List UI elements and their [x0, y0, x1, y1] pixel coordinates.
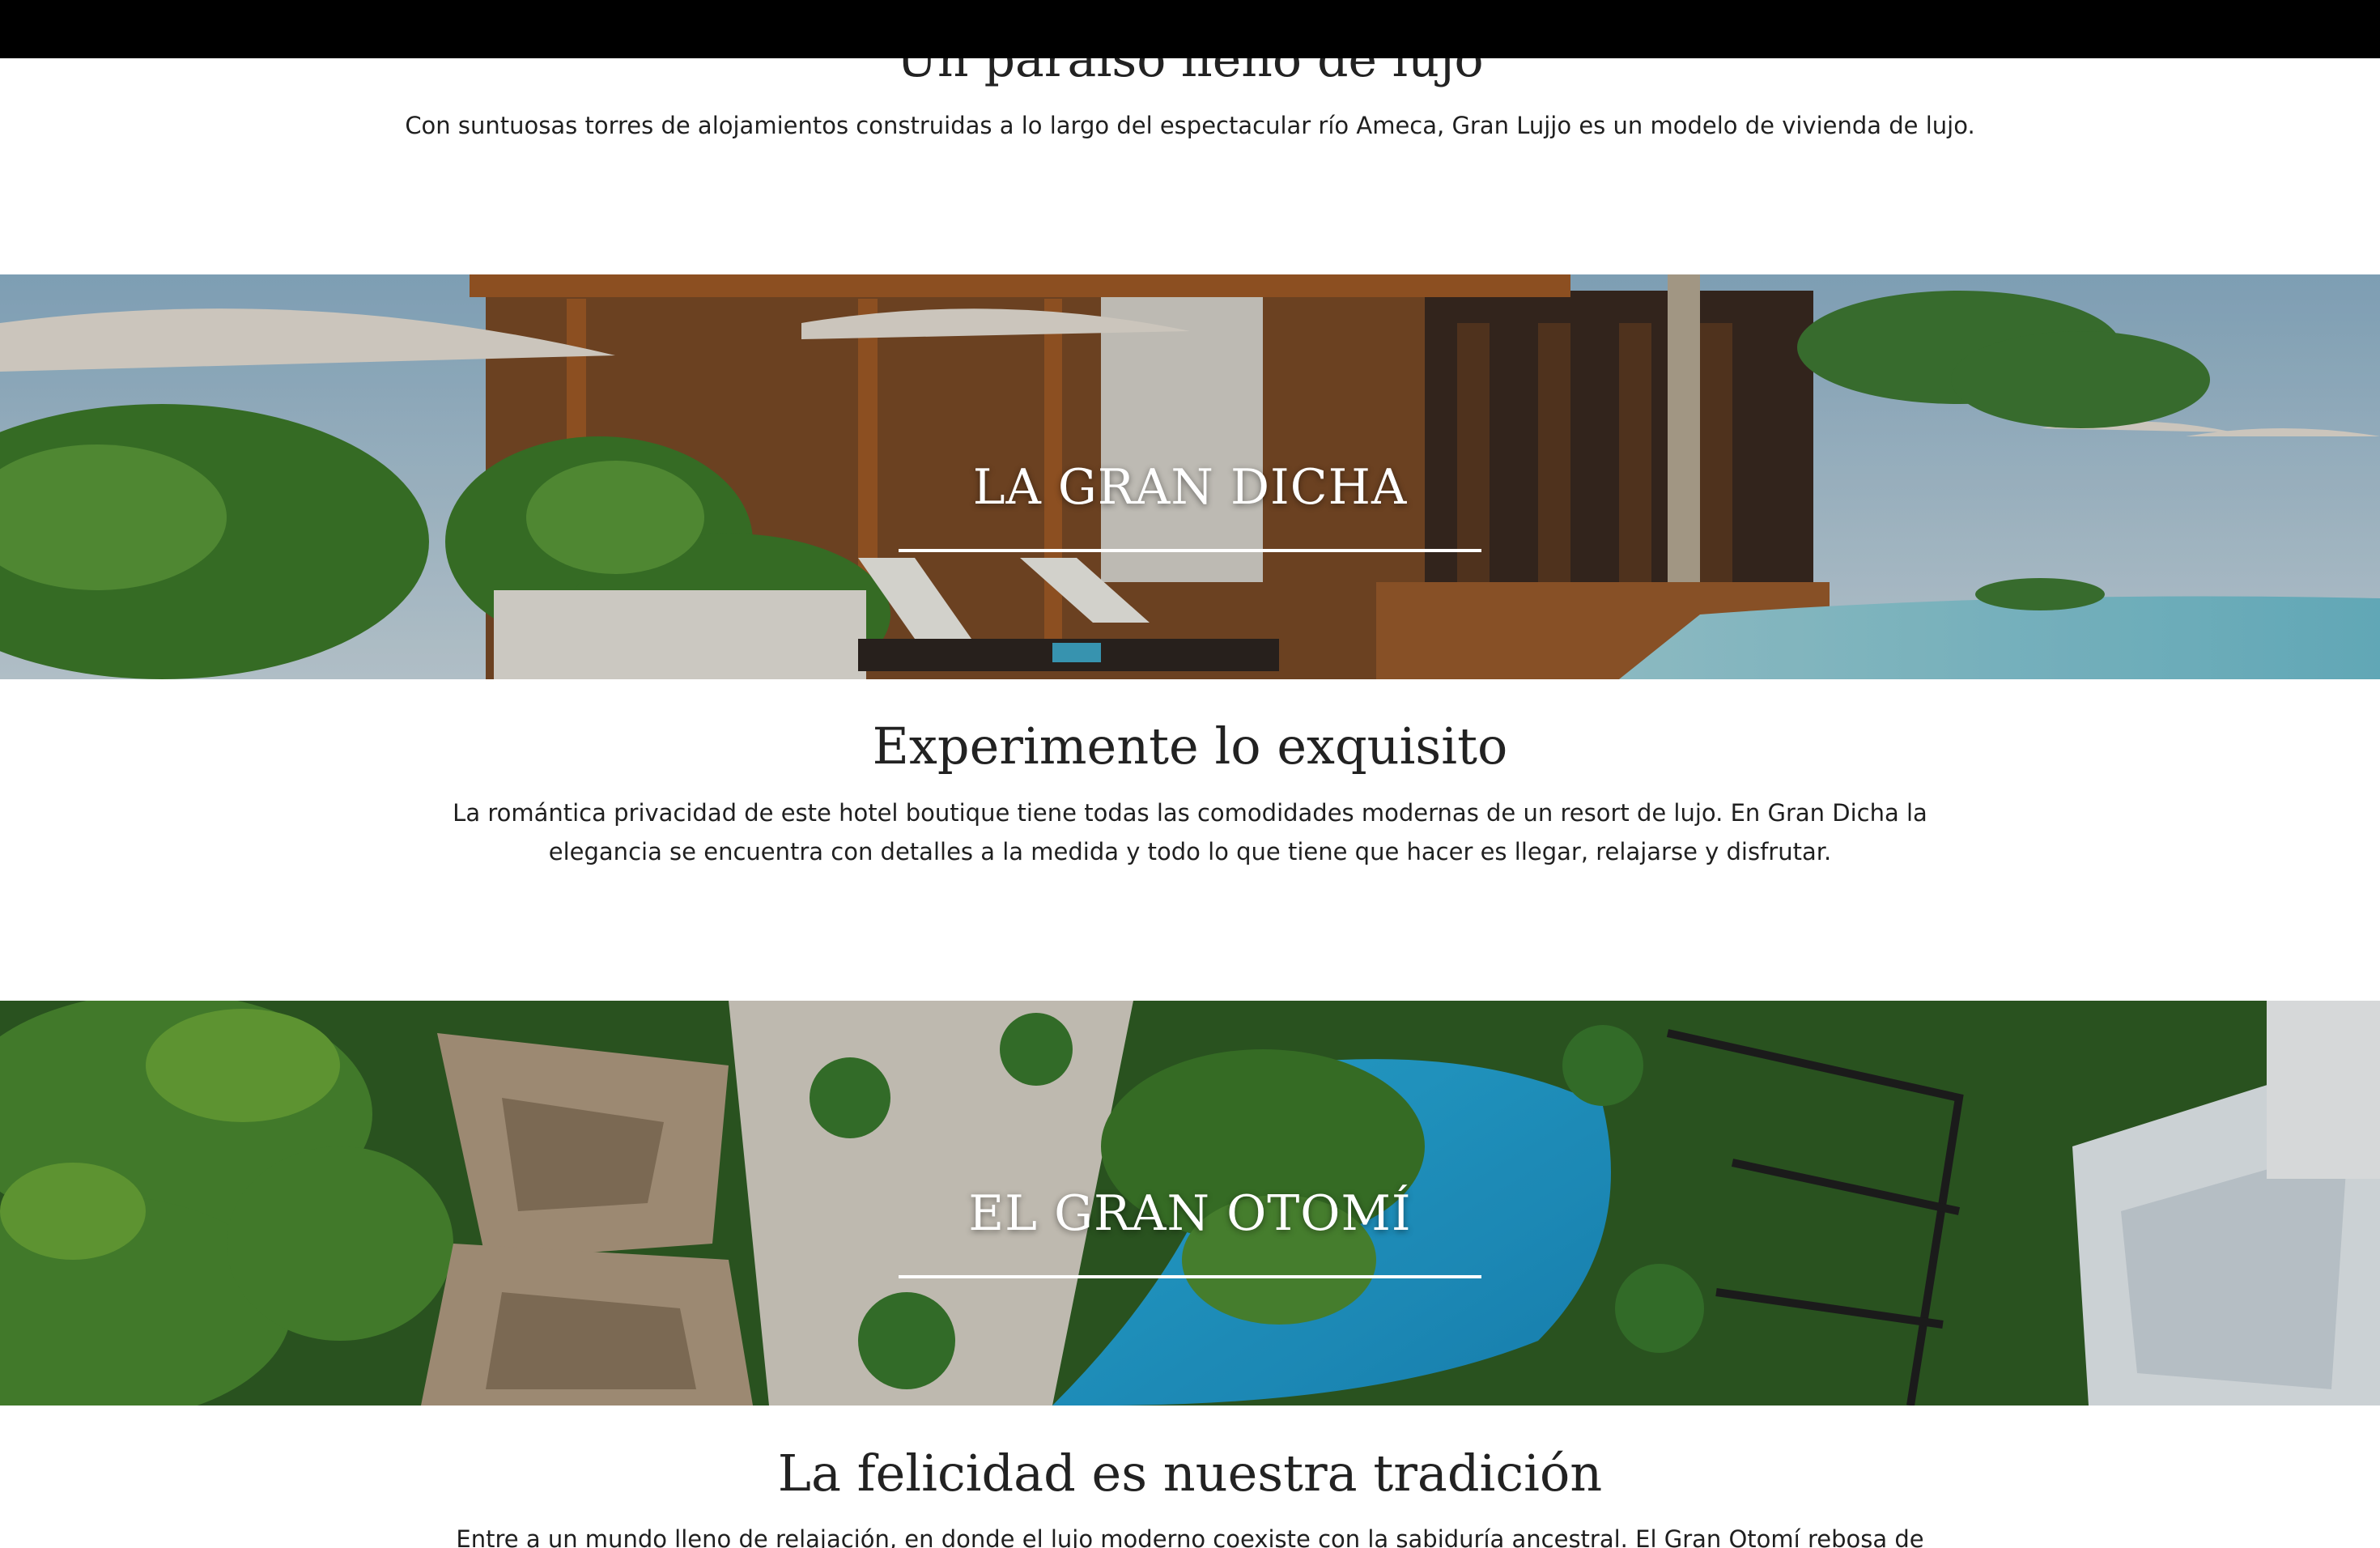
text-line: Entre a un mundo lleno de relajación, en… — [456, 1525, 1924, 1548]
text-line: elegancia se encuentra con detalles a la… — [548, 838, 1832, 865]
hero-title-la-gran-dicha[interactable]: LA GRAN DICHA — [0, 459, 2380, 516]
hero-title-el-gran-otomi[interactable]: EL GRAN OTOMÍ — [0, 1185, 2380, 1242]
section-heading-experimente: Experimente lo exquisito — [872, 717, 1508, 776]
hero-title-underline — [899, 549, 1481, 552]
hero-el-gran-otomi[interactable]: EL GRAN OTOMÍ — [0, 1001, 2380, 1406]
section-heading-felicidad: La felicidad es nuestra tradición — [777, 1444, 1603, 1503]
hero-title-underline — [899, 1275, 1481, 1278]
section-text-gran-dicha: La romántica privacidad de este hotel bo… — [0, 793, 2380, 871]
hero-la-gran-dicha[interactable]: LA GRAN DICHA — [0, 274, 2380, 679]
section-text-gran-otomi: Entre a un mundo lleno de relajación, en… — [0, 1520, 2380, 1548]
top-bar — [0, 0, 2380, 58]
intro-text: Con suntuosas torres de alojamientos con… — [405, 112, 1975, 139]
text-line: La romántica privacidad de este hotel bo… — [453, 799, 1927, 827]
